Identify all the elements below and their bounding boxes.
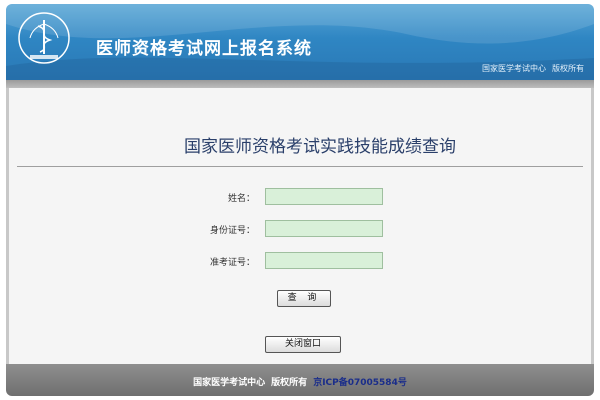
ticket-number-input[interactable] (265, 252, 383, 269)
header-rights: 版权所有 (552, 64, 584, 73)
page-title: 国家医师资格考试实践技能成绩查询 (184, 137, 456, 157)
header-copyright: 国家医学考试中心 版权所有 (476, 63, 584, 74)
footer-text: 国家医学考试中心 版权所有 京ICP备07005584号 (6, 375, 594, 388)
id-label: 身份证号： (209, 226, 255, 236)
footer: 国家医学考试中心 版权所有 京ICP备07005584号 (6, 364, 594, 396)
footer-rights: 版权所有 (271, 378, 308, 388)
caduceus-logo-icon (18, 12, 70, 64)
ticket-label: 准考证号： (209, 258, 255, 268)
page-frame: 医师资格考试网上报名系统 国家医学考试中心 版权所有 国家医师资格考试实践技能成绩… (6, 4, 594, 396)
name-row: 姓名： (9, 188, 591, 208)
footer-org: 国家医学考试中心 (193, 378, 266, 388)
id-number-input[interactable] (265, 220, 383, 237)
query-button[interactable]: 查 询 (277, 290, 331, 307)
ticket-row: 准考证号： (9, 252, 591, 272)
system-title: 医师资格考试网上报名系统 (96, 39, 312, 59)
name-label: 姓名： (227, 194, 255, 204)
footer-icp-link[interactable]: 京ICP备07005584号 (313, 378, 407, 388)
id-row: 身份证号： (9, 220, 591, 240)
name-input[interactable] (265, 188, 383, 205)
header-separator-band (6, 80, 594, 88)
header-banner: 医师资格考试网上报名系统 国家医学考试中心 版权所有 (6, 4, 594, 80)
header-org: 国家医学考试中心 (482, 64, 546, 73)
title-divider (17, 166, 583, 167)
close-window-button[interactable]: 关闭窗口 (265, 336, 341, 353)
main-panel: 国家医师资格考试实践技能成绩查询 姓名： 身份证号： 准考证号： 查 询 关闭窗… (6, 88, 594, 364)
